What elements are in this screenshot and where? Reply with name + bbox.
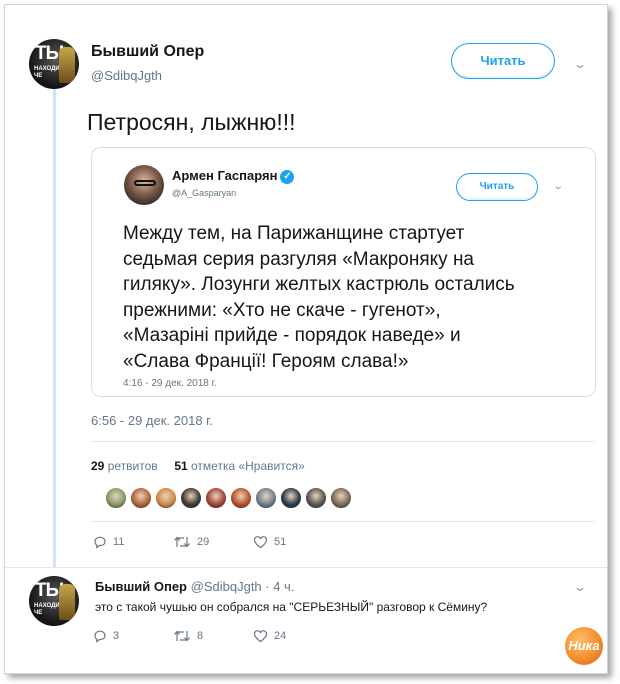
liker-avatar[interactable] <box>280 487 302 509</box>
liker-avatar[interactable] <box>230 487 252 509</box>
watermark-logo: Ника <box>565 627 603 665</box>
reply-like-action[interactable]: 24 <box>253 629 286 643</box>
reply-author-name[interactable]: Бывший Опер <box>95 579 187 594</box>
reply-reply-action[interactable]: 3 <box>93 629 119 643</box>
reply-chevron-down-icon[interactable]: ⌄ <box>573 580 587 594</box>
tweet-timestamp[interactable]: 6:56 - 29 дек. 2018 г. <box>91 413 213 428</box>
reply-header: Бывший Опер @SdibqJgth · 4 ч. <box>95 579 294 594</box>
liker-avatar[interactable] <box>305 487 327 509</box>
retweet-action[interactable]: 29 <box>173 535 209 549</box>
retweets-count[interactable]: 29 <box>91 459 104 473</box>
quote-text: Между тем, на Парижанщине стартует седьм… <box>123 223 515 372</box>
reply-meta[interactable]: @SdibqJgth · 4 ч. <box>191 579 295 594</box>
reply-retweet-action[interactable]: 8 <box>173 629 203 643</box>
retweet-icon <box>174 536 190 548</box>
tweet-actions: 11 29 51 <box>93 535 393 553</box>
reply-action[interactable]: 11 <box>93 535 124 549</box>
liker-avatar[interactable] <box>180 487 202 509</box>
tweet-text: Петросян, лыжню!!! <box>87 109 296 135</box>
author-name[interactable]: Бывший Опер <box>91 43 204 61</box>
reply-actions: 3 8 24 <box>93 629 393 647</box>
quote-author-avatar <box>124 165 164 205</box>
reply-icon <box>94 630 106 643</box>
quote-timestamp: 4:16 - 29 дек. 2018 г. <box>123 378 217 389</box>
liker-avatar[interactable] <box>255 487 277 509</box>
author-handle[interactable]: @SdibqJgth <box>91 68 162 83</box>
retweet-icon <box>174 630 190 642</box>
liker-avatar[interactable] <box>330 487 352 509</box>
likes-count[interactable]: 51 <box>174 459 187 473</box>
engagement-stats: 29 ретвитов 51 отметка «Нравится» <box>91 459 305 473</box>
quoted-tweet[interactable]: Армен Гаспарян ✓ @A_Gasparyan Читать ⌄ Ме… <box>91 147 596 397</box>
quote-author-name: Армен Гаспарян <box>172 168 278 183</box>
liker-avatar[interactable] <box>155 487 177 509</box>
reply-icon <box>94 536 106 549</box>
verified-badge-icon: ✓ <box>280 170 295 184</box>
quote-chevron-down-icon[interactable]: ⌄ <box>552 181 564 192</box>
liker-avatar[interactable] <box>205 487 227 509</box>
follow-button[interactable]: Читать <box>451 43 555 79</box>
retweets-label[interactable]: ретвитов <box>108 459 158 473</box>
quote-author-handle: @A_Gasparyan <box>172 188 237 198</box>
heart-icon <box>253 630 268 643</box>
thread-connector <box>53 75 56 567</box>
reply-author-avatar[interactable]: ТЫ НАХОДИ ЧЕ <box>29 576 79 626</box>
tweet-card: ТЫ НАХОДИ ЧЕ Бывший Опер @SdibqJgth Чита… <box>4 4 608 674</box>
author-avatar[interactable]: ТЫ НАХОДИ ЧЕ <box>29 39 79 89</box>
reply-text: это с такой чушью он собрался на "СЕРЬЕЗ… <box>95 600 488 614</box>
liker-avatar[interactable] <box>130 487 152 509</box>
like-action[interactable]: 51 <box>253 535 286 549</box>
likes-label[interactable]: отметка «Нравится» <box>191 459 305 473</box>
heart-icon <box>253 536 268 549</box>
quote-follow-button[interactable]: Читать <box>456 173 538 201</box>
liker-avatar[interactable] <box>105 487 127 509</box>
chevron-down-icon[interactable]: ⌄ <box>573 57 587 71</box>
